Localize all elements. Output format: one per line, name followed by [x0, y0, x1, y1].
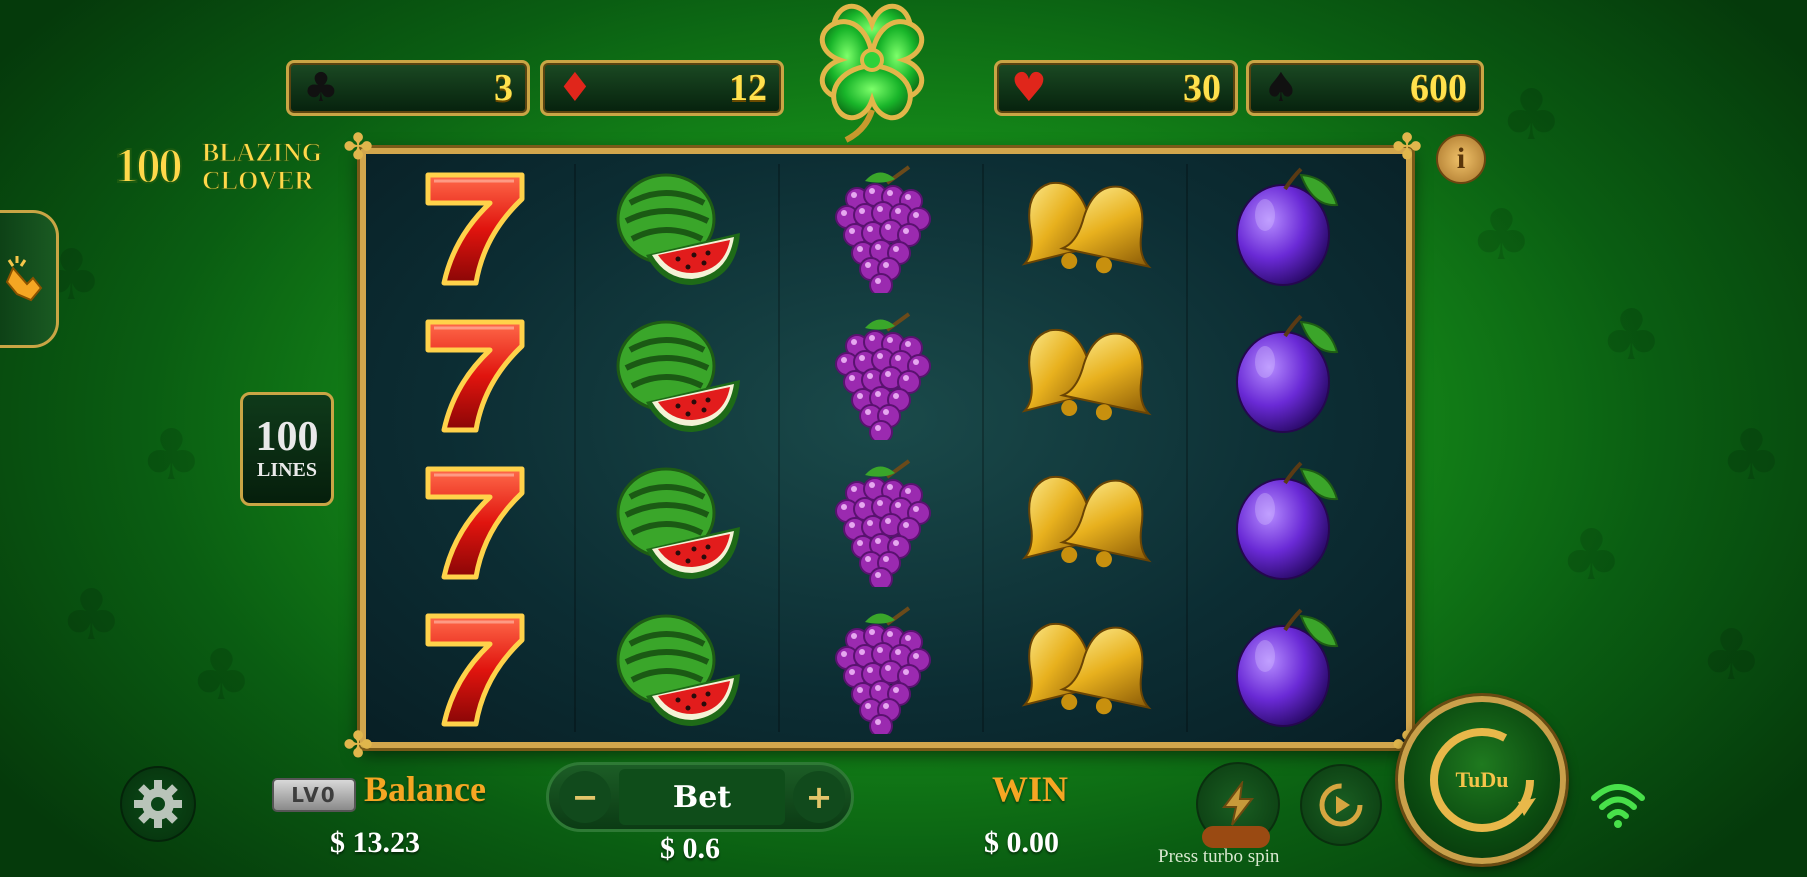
- bells-symbol-icon: [984, 301, 1188, 448]
- pointing-hand-icon: [5, 256, 43, 302]
- bells-symbol-icon: [984, 448, 1188, 595]
- clover-pattern-icon: ♣: [1700, 614, 1763, 696]
- clover-pattern-icon: ♣: [140, 414, 203, 496]
- diamond-icon: ♦: [557, 65, 593, 111]
- clover-pattern-icon: ♣: [1500, 74, 1563, 156]
- seven-symbol-icon: [372, 448, 576, 595]
- seven-symbol-icon: [372, 301, 576, 448]
- turbo-hint: Press turbo spin: [1158, 846, 1280, 867]
- bet-increase-button[interactable]: +: [793, 771, 845, 823]
- reel-column: [372, 154, 576, 742]
- clover-pattern-icon: ♣: [1470, 194, 1533, 276]
- jackpot-heart-value: 30: [1183, 67, 1221, 109]
- jackpot-heart: ♥ 30: [994, 60, 1238, 116]
- balance-label: Balance: [364, 769, 486, 809]
- lines-badge: 100 LINES: [240, 392, 334, 506]
- balance-value: $ 13.23: [330, 826, 420, 859]
- reel-divider: [574, 164, 576, 732]
- reel-grid: [360, 148, 1412, 748]
- lines-label: LINES: [256, 459, 318, 481]
- plum-symbol-icon: [1188, 595, 1392, 742]
- win-value: $ 0.00: [984, 826, 1059, 859]
- reel-divider: [982, 164, 984, 732]
- clover-pattern-icon: ♣: [190, 634, 253, 716]
- clover-emblem-icon: [819, 3, 925, 143]
- club-icon: ♣: [303, 65, 339, 111]
- frame-corner-icon: ✤: [343, 725, 374, 766]
- plum-symbol-icon: [1188, 448, 1392, 595]
- win-label: WIN: [992, 769, 1069, 809]
- level-badge: LV0: [272, 778, 356, 812]
- wifi-icon: [1591, 784, 1645, 828]
- bet-value: $ 0.6: [660, 832, 720, 865]
- seven-symbol-icon: [372, 154, 576, 301]
- bells-symbol-icon: [984, 154, 1188, 301]
- jackpot-diamond: ♦ 12: [540, 60, 784, 116]
- autoplay-icon: [1319, 783, 1363, 827]
- heart-icon: ♥: [1011, 65, 1047, 111]
- turbo-indicator: [1202, 826, 1270, 848]
- seven-symbol-icon: [372, 595, 576, 742]
- grapes-symbol-icon: [780, 154, 984, 301]
- side-menu-tab[interactable]: [0, 210, 59, 348]
- bet-label: Bet: [619, 769, 785, 825]
- logo-line2: CLOVER: [201, 166, 314, 196]
- reel-column: [780, 154, 984, 742]
- plum-symbol-icon: [1188, 301, 1392, 448]
- reel-divider: [778, 164, 780, 732]
- spin-button[interactable]: TuDu: [1398, 696, 1566, 864]
- bet-decrease-button[interactable]: −: [559, 771, 611, 823]
- grapes-symbol-icon: [780, 448, 984, 595]
- autospin-button[interactable]: [1300, 764, 1382, 846]
- frame-corner-icon: ✤: [1392, 127, 1423, 168]
- clover-pattern-icon: ♣: [1560, 514, 1623, 596]
- grapes-symbol-icon: [780, 301, 984, 448]
- grapes-symbol-icon: [780, 595, 984, 742]
- spade-icon: ♠: [1263, 65, 1299, 111]
- watermelon-symbol-icon: [576, 448, 780, 595]
- settings-button[interactable]: [120, 766, 196, 842]
- watermelon-symbol-icon: [576, 154, 780, 301]
- clover-pattern-icon: ♣: [1600, 294, 1663, 376]
- plum-symbol-icon: [1188, 154, 1392, 301]
- info-button[interactable]: i: [1436, 134, 1486, 184]
- watermelon-symbol-icon: [576, 301, 780, 448]
- frame-corner-icon: ✤: [343, 127, 374, 168]
- gear-icon: [134, 780, 182, 828]
- reel-column: [1188, 154, 1392, 742]
- bells-symbol-icon: [984, 595, 1188, 742]
- reel-divider: [1186, 164, 1188, 732]
- clover-pattern-icon: ♣: [1720, 414, 1783, 496]
- logo-number: 100: [113, 136, 184, 194]
- lightning-icon: [1222, 781, 1255, 826]
- spin-label: TuDu: [1455, 767, 1509, 792]
- jackpot-spade-value: 600: [1410, 67, 1467, 109]
- game-logo: 100 BLAZING CLOVER: [113, 134, 334, 198]
- watermelon-symbol-icon: [576, 595, 780, 742]
- info-icon: i: [1456, 142, 1466, 175]
- jackpot-spade: ♠ 600: [1246, 60, 1484, 116]
- lines-number: 100: [255, 414, 319, 460]
- reel-column: [576, 154, 780, 742]
- jackpot-club: ♣ 3: [286, 60, 530, 116]
- jackpot-club-value: 3: [494, 67, 513, 109]
- bet-panel: − Bet +: [546, 762, 854, 832]
- logo-line1: BLAZING: [202, 138, 323, 168]
- reel-column: [984, 154, 1188, 742]
- clover-pattern-icon: ♣: [60, 574, 123, 656]
- jackpot-diamond-value: 12: [729, 67, 767, 109]
